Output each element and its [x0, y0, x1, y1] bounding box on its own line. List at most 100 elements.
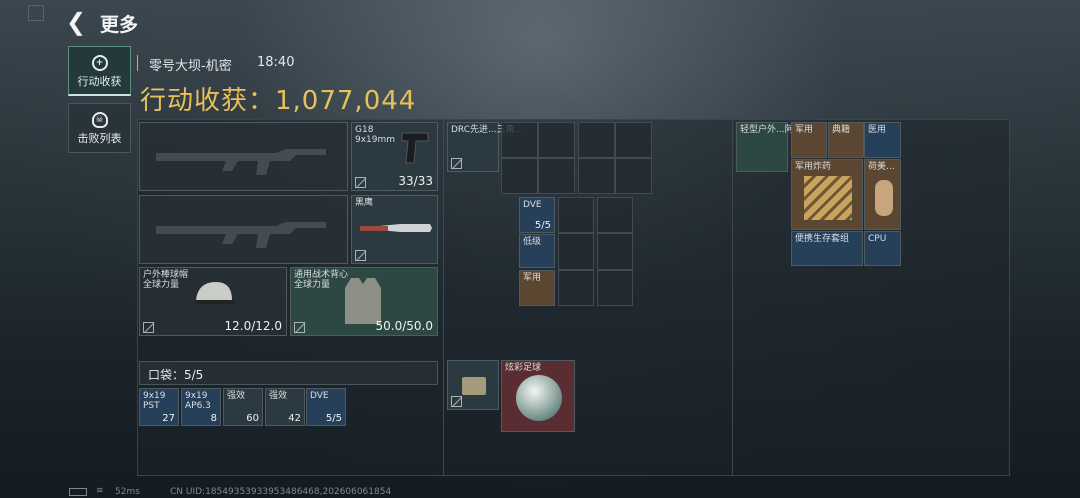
- rig-cell[interactable]: [578, 158, 615, 194]
- chevron-left-icon[interactable]: ❮: [66, 8, 94, 36]
- tab-haul[interactable]: + 行动收获: [68, 46, 131, 96]
- cap-icon: [194, 282, 236, 304]
- knife-icon: [360, 224, 432, 232]
- pocket-item[interactable]: 强效 60: [223, 388, 263, 426]
- pockets-header: 口袋：5/5: [139, 361, 438, 385]
- pocket-item[interactable]: 9x19 AP6.3 8: [181, 388, 221, 426]
- rig-cell[interactable]: [558, 197, 594, 234]
- backpack-slot[interactable]: 轻型户外...阿...: [736, 122, 802, 172]
- lock-icon: [143, 322, 154, 333]
- backpack-item[interactable]: 典籍: [828, 122, 864, 158]
- backpack-item[interactable]: 军用炸药: [791, 159, 863, 230]
- pistol-slot[interactable]: G18 9x19mm 33/33: [351, 122, 438, 191]
- rig-item[interactable]: 军用: [519, 270, 555, 306]
- pocket-item-count: 42: [288, 413, 301, 424]
- armor-name: 通用战术背心: [294, 270, 349, 280]
- pocket-item-label: 强效: [269, 391, 288, 401]
- armor-sub: 全球力量: [294, 280, 331, 290]
- map-name: 零号大坝-机密: [149, 59, 232, 74]
- pocket-item-count: 60: [246, 413, 259, 424]
- pocket-item-count: 5/5: [325, 413, 342, 424]
- backpack-item[interactable]: 军用: [791, 122, 827, 158]
- lock-icon: [294, 322, 305, 333]
- pocket-item-label: 9x19: [185, 391, 208, 401]
- item-name: 医用: [868, 125, 887, 135]
- lock-icon: [355, 250, 366, 261]
- rig-item[interactable]: 低级: [519, 234, 555, 268]
- rig-cell[interactable]: [538, 122, 575, 158]
- rig-cell[interactable]: [501, 122, 538, 158]
- raid-time: 18:40: [257, 55, 295, 70]
- rig-cell[interactable]: [597, 233, 633, 270]
- explosive-icon: [804, 176, 852, 220]
- pocket-item-label: 强效: [227, 391, 246, 401]
- tab-haul-label: 行动收获: [77, 75, 122, 88]
- pocket-item-count: 8: [210, 413, 217, 424]
- rig-cell[interactable]: [615, 122, 652, 158]
- circle-plus-icon: +: [91, 55, 108, 71]
- divider: [443, 119, 444, 476]
- backpack-item[interactable]: 荷美...: [864, 159, 901, 230]
- pistol-ammo: 33/33: [398, 174, 433, 188]
- chest-rig-slot[interactable]: DRC先进...三角...: [447, 122, 523, 172]
- primary-weapon-slot[interactable]: [139, 122, 348, 191]
- rig-cell[interactable]: [558, 233, 594, 270]
- divider: [137, 55, 138, 71]
- uid: CN UID:18549353933953486468,202606061854: [170, 487, 392, 497]
- ping: 52ms: [115, 487, 140, 497]
- armor-durability: 50.0/50.0: [375, 319, 433, 333]
- tab-kill-list[interactable]: ☠ 击败列表: [68, 103, 131, 153]
- pocket-item-label: DVE: [310, 391, 329, 401]
- pocket-item[interactable]: 9x19 PST 27: [139, 388, 179, 426]
- football-icon: [516, 375, 562, 421]
- pocket-item-sub: AP6.3: [185, 401, 211, 411]
- rig-item[interactable]: DVE 5/5: [519, 197, 555, 233]
- backpack-item[interactable]: 医用: [864, 122, 901, 158]
- rig-cell[interactable]: [615, 158, 652, 194]
- item-name: 荷美...: [868, 162, 895, 172]
- backpack-item[interactable]: CPU: [864, 231, 901, 266]
- rig-cell[interactable]: [501, 158, 538, 194]
- rifle-icon: [156, 222, 326, 248]
- rig-cell[interactable]: [538, 158, 575, 194]
- armor-slot[interactable]: 通用战术背心 全球力量 50.0/50.0: [290, 267, 438, 336]
- rig-cell[interactable]: [597, 269, 633, 306]
- divider: [732, 119, 733, 476]
- haul-value: 行动收获：1,077,044: [140, 86, 417, 116]
- rig-grid: [578, 122, 652, 194]
- pocket-item-label: 9x19: [143, 391, 166, 401]
- battery-icon: [69, 488, 87, 496]
- knife-name: 黑鹰: [355, 198, 374, 208]
- item-name: CPU: [868, 234, 887, 244]
- rig-item-name: DVE: [523, 200, 542, 210]
- rig-column: [558, 197, 594, 306]
- pistol-icon: [401, 132, 429, 164]
- page-title: 更多: [100, 14, 139, 36]
- wifi-icon: ≋: [96, 486, 104, 496]
- rig-cell[interactable]: [558, 269, 594, 306]
- item-name: 典籍: [832, 125, 851, 135]
- pocket-item-sub: PST: [143, 401, 160, 411]
- rig-cell[interactable]: [578, 122, 615, 158]
- helmet-name: 户外棒球帽: [143, 270, 189, 280]
- rig-item-name: 低级: [523, 237, 542, 247]
- rifle-icon: [156, 149, 326, 175]
- item-name: 军用炸药: [795, 162, 832, 172]
- rig-column: [597, 197, 633, 306]
- rig-item-count: 5/5: [534, 220, 551, 231]
- secondary-weapon-slot[interactable]: [139, 195, 348, 264]
- figurine-icon: [875, 180, 893, 216]
- secure-case-slot[interactable]: [447, 360, 499, 410]
- lock-icon: [355, 177, 366, 188]
- pocket-item[interactable]: DVE 5/5: [306, 388, 346, 426]
- case-icon: [462, 377, 486, 395]
- backpack-item[interactable]: 便携生存套组: [791, 231, 863, 266]
- rig-grid: [501, 122, 575, 194]
- melee-slot[interactable]: 黑鹰: [351, 195, 438, 264]
- pistol-caliber: 9x19mm: [355, 135, 396, 145]
- pocket-item[interactable]: 强效 42: [265, 388, 305, 426]
- rig-cell[interactable]: [597, 197, 633, 234]
- helmet-slot[interactable]: 户外棒球帽 全球力量 12.0/12.0: [139, 267, 287, 336]
- rig-item-name: 军用: [523, 273, 542, 283]
- secure-item[interactable]: 炫彩足球: [501, 360, 575, 432]
